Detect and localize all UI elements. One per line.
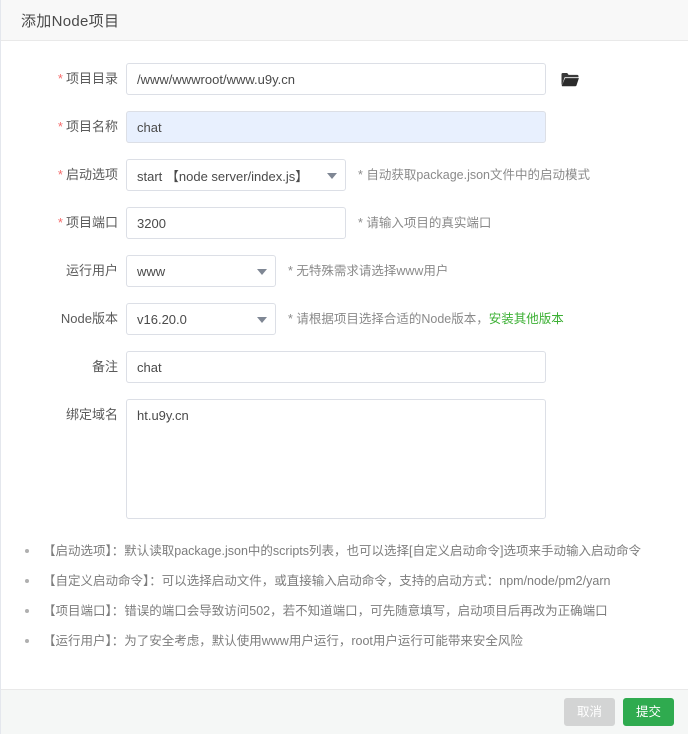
install-other-version-link[interactable]: 安装其他版本 — [489, 312, 564, 326]
label-project-name-text: 项目名称 — [66, 119, 118, 134]
folder-icon[interactable] — [560, 69, 580, 89]
label-project-dir: *项目目录 — [1, 63, 126, 95]
control-node-version: * 请根据项目选择合适的Node版本，安装其他版本 — [126, 303, 564, 335]
control-project-port: * 请输入项目的真实端口 — [126, 207, 491, 239]
node-version-select[interactable] — [126, 303, 276, 335]
bullet-icon — [25, 579, 29, 583]
label-bind-domain: 绑定域名 — [1, 399, 126, 431]
required-asterisk: * — [58, 167, 63, 182]
add-node-project-dialog: 添加Node项目 *项目目录 *项目名称 — [0, 0, 688, 734]
label-node-version: Node版本 — [1, 303, 126, 335]
control-bind-domain — [126, 399, 546, 519]
help-item-text: 【运行用户】：为了安全考虑，默认使用www用户运行，root用户运行可能带来安全… — [43, 634, 523, 648]
label-run-user-text: 运行用户 — [66, 263, 118, 278]
help-item-text: 【自定义启动命令】：可以选择启动文件，或直接输入启动命令，支持的启动方式：npm… — [43, 574, 610, 588]
bullet-icon — [25, 549, 29, 553]
label-project-port: *项目端口 — [1, 207, 126, 239]
required-asterisk: * — [58, 71, 63, 86]
form-row-run-user: 运行用户 * 无特殊需求请选择www用户 — [1, 255, 688, 287]
project-port-input[interactable] — [126, 207, 346, 239]
label-bind-domain-text: 绑定域名 — [66, 407, 118, 422]
help-list: 【启动选项】：默认读取package.json中的scripts列表，也可以选择… — [1, 543, 688, 649]
run-user-hint: * 无特殊需求请选择www用户 — [288, 255, 448, 287]
form-row-remark: 备注 — [1, 351, 688, 383]
label-project-port-text: 项目端口 — [66, 215, 118, 230]
start-option-select[interactable] — [126, 159, 346, 191]
form-row-bind-domain: 绑定域名 — [1, 399, 688, 519]
remark-input[interactable] — [126, 351, 546, 383]
dialog-title: 添加Node项目 — [21, 10, 119, 31]
node-version-hint-text: * 请根据项目选择合适的Node版本， — [288, 312, 489, 326]
form-row-project-dir: *项目目录 — [1, 63, 688, 95]
help-item-text: 【项目端口】：错误的端口会导致访问502，若不知道端口，可先随意填写，启动项目后… — [43, 604, 608, 618]
bullet-icon — [25, 639, 29, 643]
label-project-dir-text: 项目目录 — [66, 71, 118, 86]
control-run-user: * 无特殊需求请选择www用户 — [126, 255, 448, 287]
required-asterisk: * — [58, 215, 63, 230]
help-list-item: 【运行用户】：为了安全考虑，默认使用www用户运行，root用户运行可能带来安全… — [23, 633, 688, 649]
node-version-hint: * 请根据项目选择合适的Node版本，安装其他版本 — [288, 303, 564, 335]
label-node-version-text: Node版本 — [61, 311, 118, 326]
required-asterisk: * — [58, 119, 63, 134]
project-dir-input[interactable] — [126, 63, 546, 95]
start-option-select-value[interactable] — [126, 159, 346, 191]
label-run-user: 运行用户 — [1, 255, 126, 287]
control-start-option: * 自动获取package.json文件中的启动模式 — [126, 159, 590, 191]
dialog-header: 添加Node项目 — [1, 0, 688, 41]
label-remark-text: 备注 — [92, 359, 118, 374]
label-start-option-text: 启动选项 — [66, 167, 118, 182]
submit-button[interactable]: 提交 — [623, 698, 674, 726]
cancel-button[interactable]: 取消 — [564, 698, 615, 726]
control-remark — [126, 351, 546, 383]
label-project-name: *项目名称 — [1, 111, 126, 143]
bind-domain-textarea[interactable] — [126, 399, 546, 519]
control-project-name — [126, 111, 546, 143]
help-list-item: 【启动选项】：默认读取package.json中的scripts列表，也可以选择… — [23, 543, 688, 559]
label-start-option: *启动选项 — [1, 159, 126, 191]
project-port-hint: * 请输入项目的真实端口 — [358, 207, 491, 239]
label-remark: 备注 — [1, 351, 126, 383]
dialog-footer: 取消 提交 — [1, 689, 688, 734]
run-user-select[interactable] — [126, 255, 276, 287]
run-user-select-value[interactable] — [126, 255, 276, 287]
dialog-body: *项目目录 *项目名称 — [1, 41, 688, 689]
project-name-input[interactable] — [126, 111, 546, 143]
form-row-project-port: *项目端口 * 请输入项目的真实端口 — [1, 207, 688, 239]
bullet-icon — [25, 609, 29, 613]
start-option-hint: * 自动获取package.json文件中的启动模式 — [358, 159, 590, 191]
node-version-select-value[interactable] — [126, 303, 276, 335]
help-list-item: 【项目端口】：错误的端口会导致访问502，若不知道端口，可先随意填写，启动项目后… — [23, 603, 688, 619]
form-row-start-option: *启动选项 * 自动获取package.json文件中的启动模式 — [1, 159, 688, 191]
form-row-node-version: Node版本 * 请根据项目选择合适的Node版本，安装其他版本 — [1, 303, 688, 335]
help-list-item: 【自定义启动命令】：可以选择启动文件，或直接输入启动命令，支持的启动方式：npm… — [23, 573, 688, 589]
form-row-project-name: *项目名称 — [1, 111, 688, 143]
help-item-text: 【启动选项】：默认读取package.json中的scripts列表，也可以选择… — [43, 544, 641, 558]
control-project-dir — [126, 63, 580, 95]
